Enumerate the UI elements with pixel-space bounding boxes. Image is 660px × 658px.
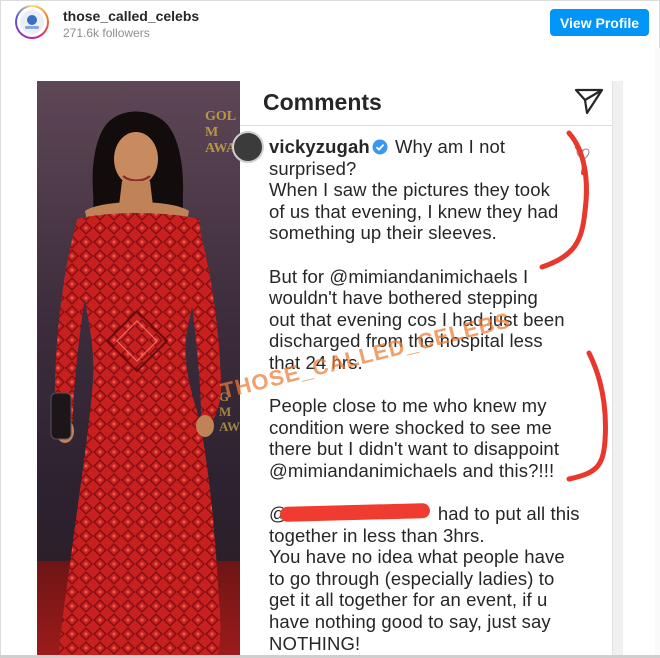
profile-avatar[interactable] xyxy=(15,5,49,39)
comment-username: vickyzugah xyxy=(269,136,370,157)
comment-body-2: had to put all this together in less tha… xyxy=(269,503,580,654)
post-media[interactable]: GOL M AWA G M AW Comments vickyzugah Why… xyxy=(37,81,623,657)
instagram-embed: those_called_celebs 271.6k followers Vie… xyxy=(0,0,660,658)
comments-heading: Comments xyxy=(263,89,382,115)
follower-count: 271.6k followers xyxy=(63,26,150,40)
profile-username[interactable]: those_called_celebs xyxy=(63,8,199,24)
verified-badge-icon xyxy=(372,139,388,155)
paper-plane-icon xyxy=(574,88,604,115)
avatar-logo xyxy=(20,10,44,34)
header-divider xyxy=(240,125,623,126)
screenshot-edge xyxy=(612,81,623,657)
comments-screenshot: Comments vickyzugah Why am I not surpris… xyxy=(232,81,623,657)
celebrity-photo: GOL M AWA G M AW xyxy=(37,81,240,657)
comment-text: vickyzugah Why am I not surprised? When … xyxy=(269,136,599,654)
comment-body-1: Why am I not surprised? When I saw the p… xyxy=(269,136,565,525)
scrollbar[interactable] xyxy=(655,48,660,656)
embed-header: those_called_celebs 271.6k followers Vie… xyxy=(1,1,659,49)
view-profile-button[interactable]: View Profile xyxy=(550,9,649,36)
woman-in-red-gown xyxy=(50,111,222,657)
commenter-avatar xyxy=(232,131,264,163)
